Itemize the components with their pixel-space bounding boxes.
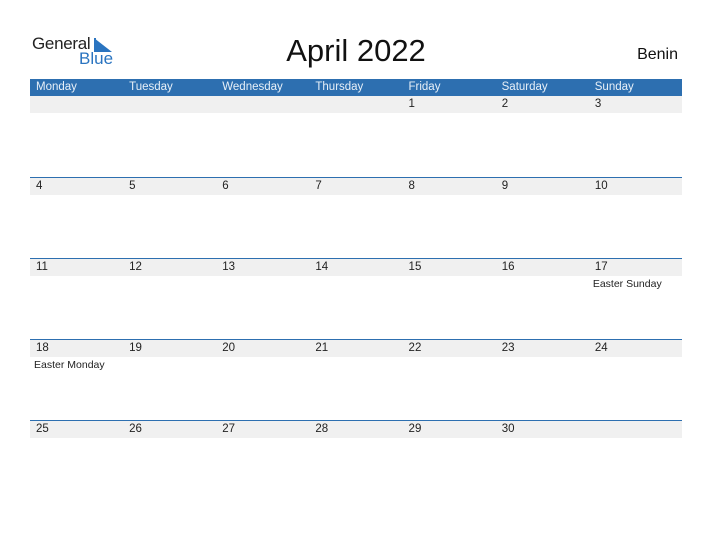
day-number: 2 <box>501 98 509 110</box>
day-cell <box>216 96 309 177</box>
weekday-saturday: Saturday <box>501 81 548 93</box>
day-number: 11 <box>36 261 48 273</box>
day-cell <box>309 96 402 177</box>
day-number: 10 <box>594 180 608 192</box>
day-cell: 11 <box>30 259 123 340</box>
day-number: 16 <box>501 261 515 273</box>
day-number: 12 <box>129 261 142 273</box>
week-row: 1 2 3 <box>30 96 682 177</box>
day-number: 14 <box>315 261 329 273</box>
day-cell: 29 <box>403 421 496 502</box>
holiday-label: Easter Monday <box>34 359 105 371</box>
weekday-header: Monday Tuesday Wednesday Thursday Friday… <box>30 79 682 96</box>
day-cell: 17 Easter Sunday <box>589 259 682 340</box>
day-cell: 12 <box>123 259 216 340</box>
day-cell: 5 <box>123 178 216 259</box>
day-cell: 30 <box>496 421 589 502</box>
day-cell <box>30 96 123 177</box>
day-cell: 27 <box>216 421 309 502</box>
day-number: 20 <box>222 342 236 354</box>
day-number: 22 <box>408 342 422 354</box>
day-cell: 1 <box>403 96 496 177</box>
day-number: 27 <box>222 423 236 435</box>
day-cell: 28 <box>309 421 402 502</box>
week-row: 4 5 6 7 8 9 10 <box>30 177 682 258</box>
day-cell: 18 Easter Monday <box>30 340 123 421</box>
day-cell <box>589 421 682 502</box>
day-number: 28 <box>315 423 329 435</box>
day-number: 8 <box>408 180 415 192</box>
day-cell: 7 <box>309 178 402 259</box>
day-cell: 24 <box>589 340 682 421</box>
day-cell: 15 <box>403 259 496 340</box>
weekday-sunday: Sunday <box>594 81 634 93</box>
day-cell <box>123 96 216 177</box>
day-cell: 19 <box>123 340 216 421</box>
day-number: 13 <box>222 261 236 273</box>
day-number: 4 <box>36 180 43 192</box>
day-cell: 20 <box>216 340 309 421</box>
day-number: 23 <box>501 342 515 354</box>
day-cell: 10 <box>589 178 682 259</box>
day-cell: 2 <box>496 96 589 177</box>
day-cell: 21 <box>309 340 402 421</box>
day-cell: 16 <box>496 259 589 340</box>
day-cell: 8 <box>403 178 496 259</box>
day-cell: 25 <box>30 421 123 502</box>
day-cell: 3 <box>589 96 682 177</box>
weekday-friday: Friday <box>408 81 441 93</box>
weekday-tuesday: Tuesday <box>129 81 173 93</box>
weekday-thursday: Thursday <box>315 81 364 93</box>
weekday-wednesday: Wednesday <box>222 81 283 93</box>
weekday-monday: Monday <box>36 81 77 93</box>
week-row: 11 12 13 14 15 16 17 Easter Sunday <box>30 258 682 339</box>
day-cell: 9 <box>496 178 589 259</box>
day-number: 5 <box>129 180 136 192</box>
day-cell: 4 <box>30 178 123 259</box>
week-row: 18 Easter Monday 19 20 21 22 23 24 <box>30 339 682 420</box>
day-number: 6 <box>222 180 229 192</box>
day-cell: 13 <box>216 259 309 340</box>
day-number: 9 <box>501 180 509 192</box>
day-number: 18 <box>36 342 49 354</box>
day-number: 19 <box>129 342 142 354</box>
day-cell: 23 <box>496 340 589 421</box>
day-number: 21 <box>315 342 329 354</box>
calendar-title: April 2022 <box>286 33 426 68</box>
day-number: 29 <box>408 423 422 435</box>
day-number: 25 <box>36 423 49 435</box>
day-number: 17 <box>594 261 608 273</box>
day-number: 7 <box>315 180 322 192</box>
day-number: 1 <box>408 98 415 110</box>
day-number: 24 <box>594 342 608 354</box>
week-row: 25 26 27 28 29 30 <box>30 420 682 501</box>
day-number: 26 <box>129 423 142 435</box>
day-cell: 6 <box>216 178 309 259</box>
holiday-label: Easter Sunday <box>592 278 662 290</box>
day-number: 3 <box>594 98 602 110</box>
day-cell: 26 <box>123 421 216 502</box>
day-cell: 14 <box>309 259 402 340</box>
country-label: Benin <box>637 46 678 63</box>
day-number: 15 <box>408 261 422 273</box>
day-cell: 22 <box>403 340 496 421</box>
day-number: 30 <box>501 423 515 435</box>
